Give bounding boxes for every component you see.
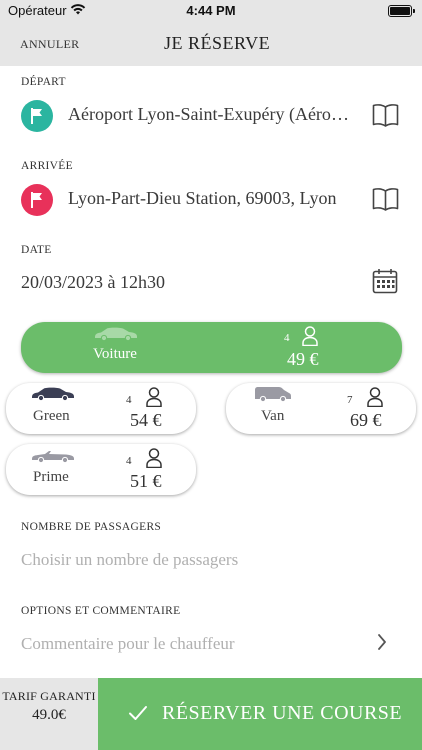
- vehicle-option-van[interactable]: Van 7 69 €: [226, 383, 416, 434]
- bottom-bar: TARIF GARANTI 49.0€ RÉSERVER UNE COURSE: [0, 678, 422, 750]
- options-label: OPTIONS ET COMMENTAIRE: [21, 605, 181, 617]
- date-label: DATE: [21, 244, 52, 256]
- seat-count: 7: [347, 394, 353, 406]
- arrival-label: ARRIVÉE: [21, 160, 73, 172]
- checkmark-icon: [128, 705, 148, 726]
- vehicle-price: 69 €: [350, 410, 382, 430]
- car-icon: [30, 387, 76, 406]
- person-icon: [302, 326, 318, 351]
- seat-count: 4: [126, 455, 132, 467]
- address-book-icon[interactable]: [372, 103, 399, 132]
- vehicle-name: Prime: [33, 469, 69, 485]
- passengers-label: NOMBRE DE PASSAGERS: [21, 521, 162, 533]
- date-field[interactable]: 20/03/2023 à 12h30: [21, 272, 165, 293]
- person-icon: [146, 448, 162, 473]
- departure-address[interactable]: Aéroport Lyon-Saint-Exupéry (Aéroport): [68, 104, 353, 125]
- person-icon: [146, 387, 162, 412]
- vehicle-option-prime[interactable]: Prime 4 51 €: [6, 444, 196, 495]
- vehicle-option-green[interactable]: Green 4 54 €: [6, 383, 196, 434]
- nav-bar: ANNULER JE RÉSERVE: [0, 22, 422, 66]
- battery-icon: [388, 5, 415, 17]
- vehicle-price: 49 €: [287, 349, 319, 369]
- reserve-button-label: RÉSERVER UNE COURSE: [162, 702, 403, 724]
- seat-count: 4: [284, 332, 290, 344]
- passengers-field[interactable]: Choisir un nombre de passagers: [21, 550, 238, 570]
- chevron-right-icon[interactable]: [377, 633, 387, 656]
- tarif-label: TARIF GARANTI: [2, 689, 96, 703]
- arrival-address[interactable]: Lyon-Part-Dieu Station, 69003, Lyon: [68, 188, 353, 209]
- departure-row[interactable]: Aéroport Lyon-Saint-Exupéry (Aéroport): [0, 96, 422, 136]
- comment-field[interactable]: Commentaire pour le chauffeur: [21, 634, 235, 654]
- vehicle-name: Van: [261, 408, 285, 424]
- departure-label: DÉPART: [21, 76, 66, 88]
- status-bar: Opérateur 4:44 PM: [0, 0, 422, 22]
- vehicle-option-voiture[interactable]: Voiture 4 49 €: [21, 322, 402, 373]
- vehicle-name: Voiture: [93, 346, 137, 362]
- page-title: JE RÉSERVE: [164, 33, 271, 53]
- arrival-flag-icon: [21, 184, 53, 216]
- convertible-icon: [30, 449, 76, 468]
- car-icon: [93, 327, 139, 346]
- reserve-button[interactable]: RÉSERVER UNE COURSE: [98, 678, 422, 750]
- tarif-box: TARIF GARANTI 49.0€: [0, 678, 98, 750]
- departure-flag-icon: [21, 100, 53, 132]
- tarif-value: 49.0€: [32, 707, 66, 723]
- clock: 4:44 PM: [186, 3, 236, 18]
- person-icon: [367, 387, 383, 412]
- vehicle-price: 54 €: [130, 410, 162, 430]
- cancel-button[interactable]: ANNULER: [20, 37, 79, 52]
- address-book-icon[interactable]: [372, 187, 399, 216]
- calendar-icon[interactable]: [372, 268, 398, 299]
- arrival-row[interactable]: Lyon-Part-Dieu Station, 69003, Lyon: [0, 180, 422, 220]
- vehicle-name: Green: [33, 408, 70, 424]
- van-icon: [253, 386, 293, 407]
- seat-count: 4: [126, 394, 132, 406]
- vehicle-price: 51 €: [130, 471, 162, 491]
